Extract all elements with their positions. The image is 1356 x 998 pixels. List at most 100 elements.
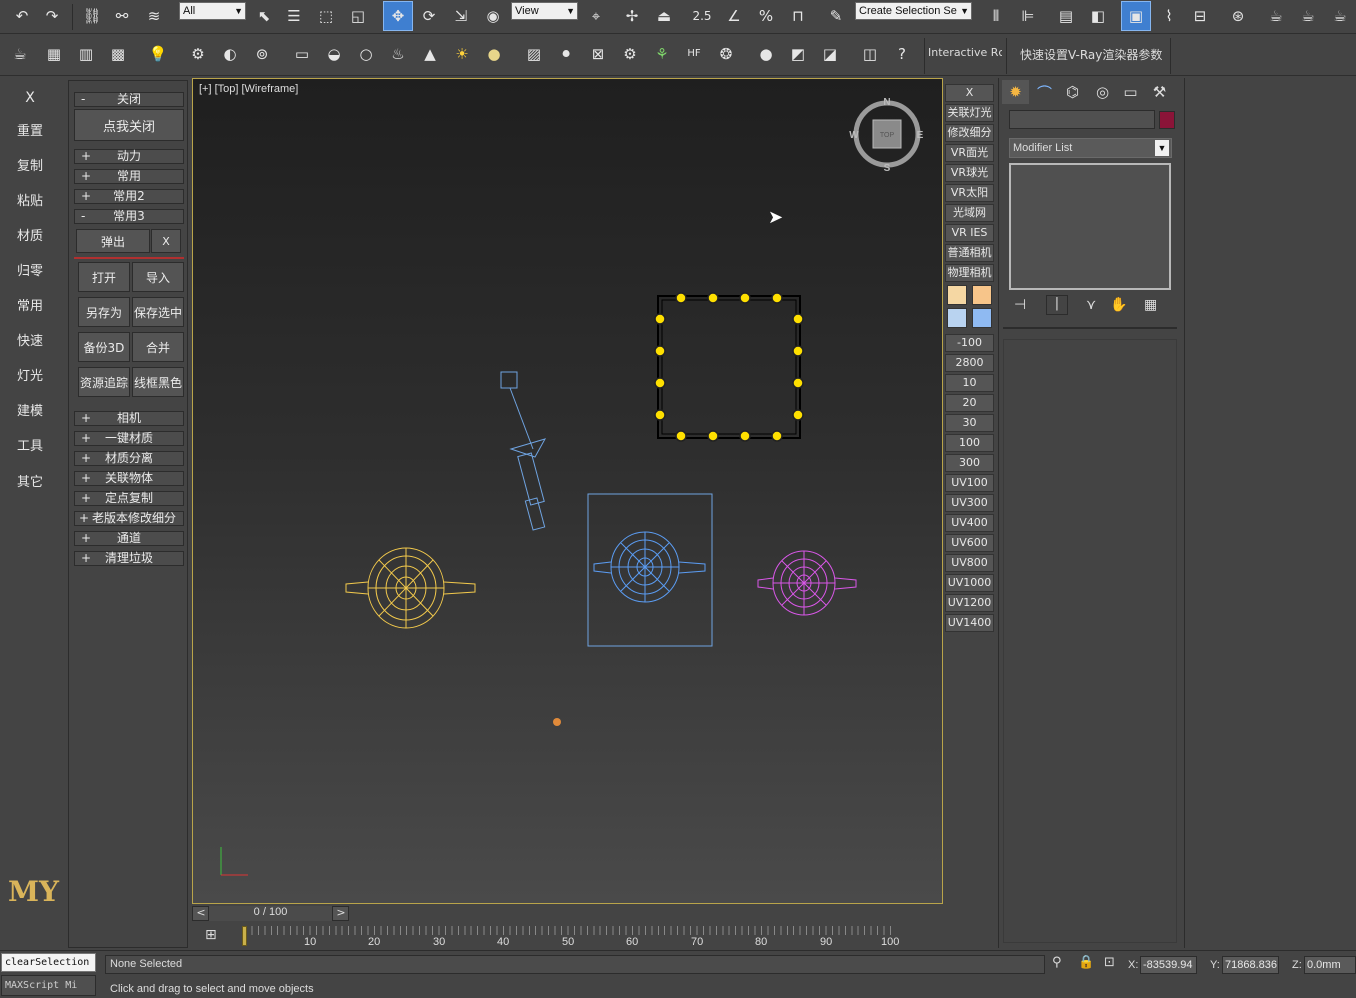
value-button-2800[interactable]: 2800 <box>945 354 994 372</box>
vray-camera-icon[interactable]: ⚙ <box>184 40 212 68</box>
vray-sphere-fade-icon[interactable]: ⚫ <box>552 40 580 68</box>
uv600-button[interactable]: UV600 <box>945 534 994 552</box>
nav-quick[interactable]: 快速 <box>0 330 60 349</box>
value-button-100[interactable]: 100 <box>945 434 994 452</box>
show-end-result-icon[interactable]: | <box>1046 295 1068 315</box>
track-bar-menu-icon[interactable]: ⊞ <box>205 927 217 943</box>
unlink-icon[interactable]: ⚯ <box>108 2 136 30</box>
angle-snap-icon[interactable]: ∠ <box>720 2 748 30</box>
value-button-20[interactable]: 20 <box>945 394 994 412</box>
absolute-mode-icon[interactable]: ⊡ <box>1104 955 1115 970</box>
light-lister-icon[interactable]: 💡 <box>144 40 172 68</box>
render-settings-icon[interactable]: ▥ <box>72 40 100 68</box>
close-me-button[interactable]: 点我关闭 <box>74 109 184 141</box>
vray-lens-icon[interactable]: ◐ <box>216 40 244 68</box>
select-by-name-icon[interactable]: ☰ <box>280 2 308 30</box>
top-viewport[interactable]: [+] [Top] [Wireframe] TOP N S E W ➤ <box>192 78 943 904</box>
select-object-icon[interactable]: ⬉ <box>250 2 278 30</box>
modifier-stack[interactable] <box>1009 163 1171 290</box>
redo-icon[interactable]: ↷ <box>38 2 66 30</box>
link-icon[interactable]: ⛓ <box>78 2 106 30</box>
utilities-tab-icon[interactable]: ⚒ <box>1146 80 1173 104</box>
import-button[interactable]: 导入 <box>132 262 184 292</box>
vray-mtl-convert-icon[interactable]: ◩ <box>784 40 812 68</box>
popup-button[interactable]: 弹出 <box>76 229 150 253</box>
reference-coord-dropdown[interactable]: View ▼ <box>511 2 578 20</box>
select-rotate-icon[interactable]: ⟳ <box>415 2 443 30</box>
y-coordinate-field[interactable]: 71868.836 <box>1222 956 1279 974</box>
lock-selection-icon[interactable]: 🔒 <box>1078 955 1094 970</box>
ribbon-icon[interactable]: ◧ <box>1084 2 1112 30</box>
nav-reset[interactable]: 重置 <box>0 120 60 139</box>
remove-modifier-icon[interactable]: ✋ <box>1110 297 1127 313</box>
vray-ambient-icon[interactable]: ● <box>480 40 508 68</box>
vray-fur-icon[interactable]: ⚘ <box>648 40 676 68</box>
vray-quick-settings-button[interactable]: 快速设置V-Ray渲染器参数 <box>1020 46 1162 63</box>
help-icon[interactable]: ? <box>888 40 916 68</box>
keyboard-shortcut-icon[interactable]: ⏏ <box>650 2 678 30</box>
object-name-field[interactable] <box>1009 110 1155 129</box>
layer-manager-icon[interactable]: ▤ <box>1052 2 1080 30</box>
photometric-web-button[interactable]: 光域网 <box>945 204 994 222</box>
rollout-material-separate[interactable]: + 材质分离 <box>74 451 184 466</box>
rollout-channels[interactable]: + 通道 <box>74 531 184 546</box>
value-button-30[interactable]: 30 <box>945 414 994 432</box>
value-button-minus100[interactable]: -100 <box>945 334 994 352</box>
window-crossing-icon[interactable]: ◱ <box>344 2 372 30</box>
vray-mesh-light-icon[interactable]: ♨ <box>384 40 412 68</box>
uv1000-button[interactable]: UV1000 <box>945 574 994 592</box>
open-button[interactable]: 打开 <box>78 262 130 292</box>
z-coordinate-field[interactable]: 0.0mm <box>1304 956 1356 974</box>
uv100-button[interactable]: UV100 <box>945 474 994 492</box>
select-move-icon[interactable]: ✥ <box>383 1 413 31</box>
maxscript-mini-listener[interactable]: MAXScript Mi <box>1 975 96 996</box>
nav-material[interactable]: 材质 <box>0 225 60 244</box>
vray-material-icon[interactable]: ● <box>752 40 780 68</box>
render-elements-icon[interactable]: ▩ <box>104 40 132 68</box>
vray-proxy-icon[interactable]: ▨ <box>520 40 548 68</box>
vr-ies-button[interactable]: VR IES <box>945 224 994 242</box>
place-icon[interactable]: ◉ <box>479 2 507 30</box>
vray-clipper-icon[interactable]: ⚙ <box>616 40 644 68</box>
rollout-dynamics[interactable]: + 动力 <box>74 149 184 164</box>
object-color-swatch[interactable] <box>1159 111 1175 129</box>
teapot-render-icon[interactable]: ☕ <box>6 40 34 68</box>
vray-sphere-light-icon[interactable]: ○ <box>352 40 380 68</box>
merge-button[interactable]: 合并 <box>132 332 184 362</box>
uv800-button[interactable]: UV800 <box>945 554 994 572</box>
nav-copy[interactable]: 复制 <box>0 155 60 174</box>
viewcube[interactable]: TOP N S E W <box>849 97 923 174</box>
modify-subdivision-button[interactable]: 修改细分 <box>945 124 994 142</box>
schematic-view-icon[interactable]: ⊟ <box>1186 2 1214 30</box>
make-unique-icon[interactable]: ⋎ <box>1086 297 1096 313</box>
rollout-close[interactable]: - 关闭 <box>74 92 184 107</box>
percent-snap-icon[interactable]: % <box>752 2 780 30</box>
align-icon[interactable]: ⊫ <box>1014 2 1042 30</box>
teapot-yellow[interactable] <box>345 547 476 629</box>
vr-sphere-light-button[interactable]: VR球光 <box>945 164 994 182</box>
display-tab-icon[interactable]: ▭ <box>1117 80 1144 104</box>
save-as-button[interactable]: 另存为 <box>78 297 130 327</box>
edit-named-selection-icon[interactable]: ✎ <box>822 2 850 30</box>
scene-explorer-icon[interactable]: ▣ <box>1121 1 1151 31</box>
bind-spacewarp-icon[interactable]: ≋ <box>140 2 168 30</box>
small-orange-object[interactable] <box>553 718 561 726</box>
color-swatch-1[interactable] <box>947 285 967 305</box>
vray-physical-camera-icon[interactable]: ⊚ <box>248 40 276 68</box>
value-button-10[interactable]: 10 <box>945 374 994 392</box>
popup-close-button[interactable]: X <box>151 229 181 253</box>
rollout-common3[interactable]: - 常用3 <box>74 209 184 224</box>
select-scale-icon[interactable]: ⇲ <box>447 2 475 30</box>
uv1400-button[interactable]: UV1400 <box>945 614 994 632</box>
backup-3d-button[interactable]: 备份3D <box>78 332 130 362</box>
maxscript-listener-line[interactable]: clearSelection <box>1 953 96 972</box>
hierarchy-tab-icon[interactable]: ⌬ <box>1059 80 1086 104</box>
nav-common[interactable]: 常用 <box>0 295 60 314</box>
spinner-snap-icon[interactable]: ⊓ <box>784 2 812 30</box>
save-selected-button[interactable]: 保存选中 <box>132 297 184 327</box>
render-setup-icon[interactable]: ☕ <box>1262 2 1290 30</box>
rollout-legacy-subdivision[interactable]: + 老版本修改细分 <box>74 511 184 526</box>
motion-tab-icon[interactable]: ◎ <box>1089 80 1116 104</box>
time-marker[interactable] <box>242 926 247 946</box>
time-slider-next-button[interactable]: > <box>334 906 348 921</box>
